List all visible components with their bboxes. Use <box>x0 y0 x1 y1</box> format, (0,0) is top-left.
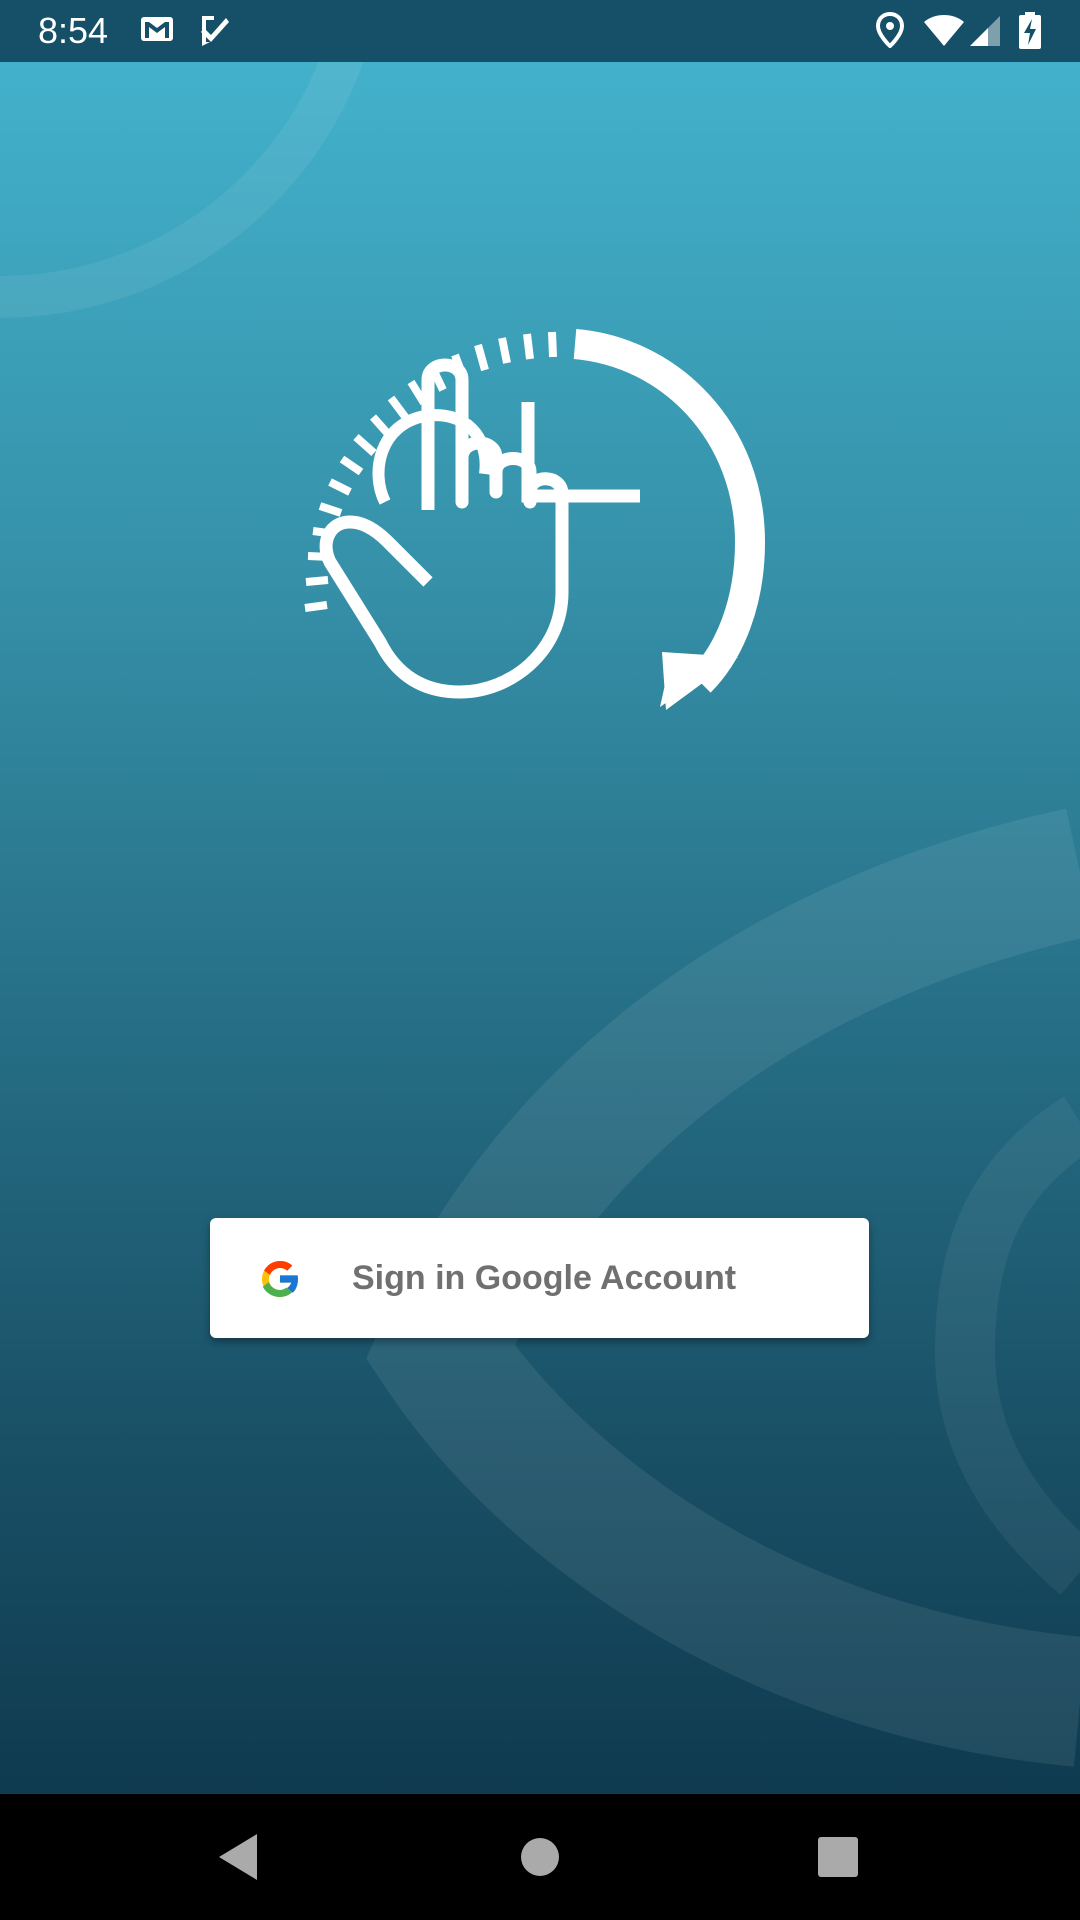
tasks-check-icon <box>200 14 230 48</box>
home-icon[interactable] <box>505 1824 575 1890</box>
screen: 8:54 Sign in Google Account <box>0 0 1080 1920</box>
status-bar: 8:54 <box>0 0 1080 62</box>
gmail-icon <box>140 14 174 48</box>
cell-signal-icon <box>968 14 1002 48</box>
recents-icon[interactable] <box>803 1824 873 1890</box>
back-icon[interactable] <box>205 1824 275 1890</box>
status-time: 8:54 <box>38 10 109 51</box>
tap-hand-clock-icon <box>304 329 766 710</box>
battery-charging-icon <box>1018 12 1042 49</box>
google-signin-button[interactable]: Sign in Google Account <box>210 1218 869 1338</box>
signin-button-label: Sign in Google Account <box>352 1259 737 1297</box>
google-g-icon <box>256 1255 304 1303</box>
main-content: Sign in Google Account <box>0 62 1080 1794</box>
navigation-bar <box>0 1794 1080 1920</box>
location-icon <box>876 12 904 48</box>
wifi-icon <box>922 14 966 48</box>
